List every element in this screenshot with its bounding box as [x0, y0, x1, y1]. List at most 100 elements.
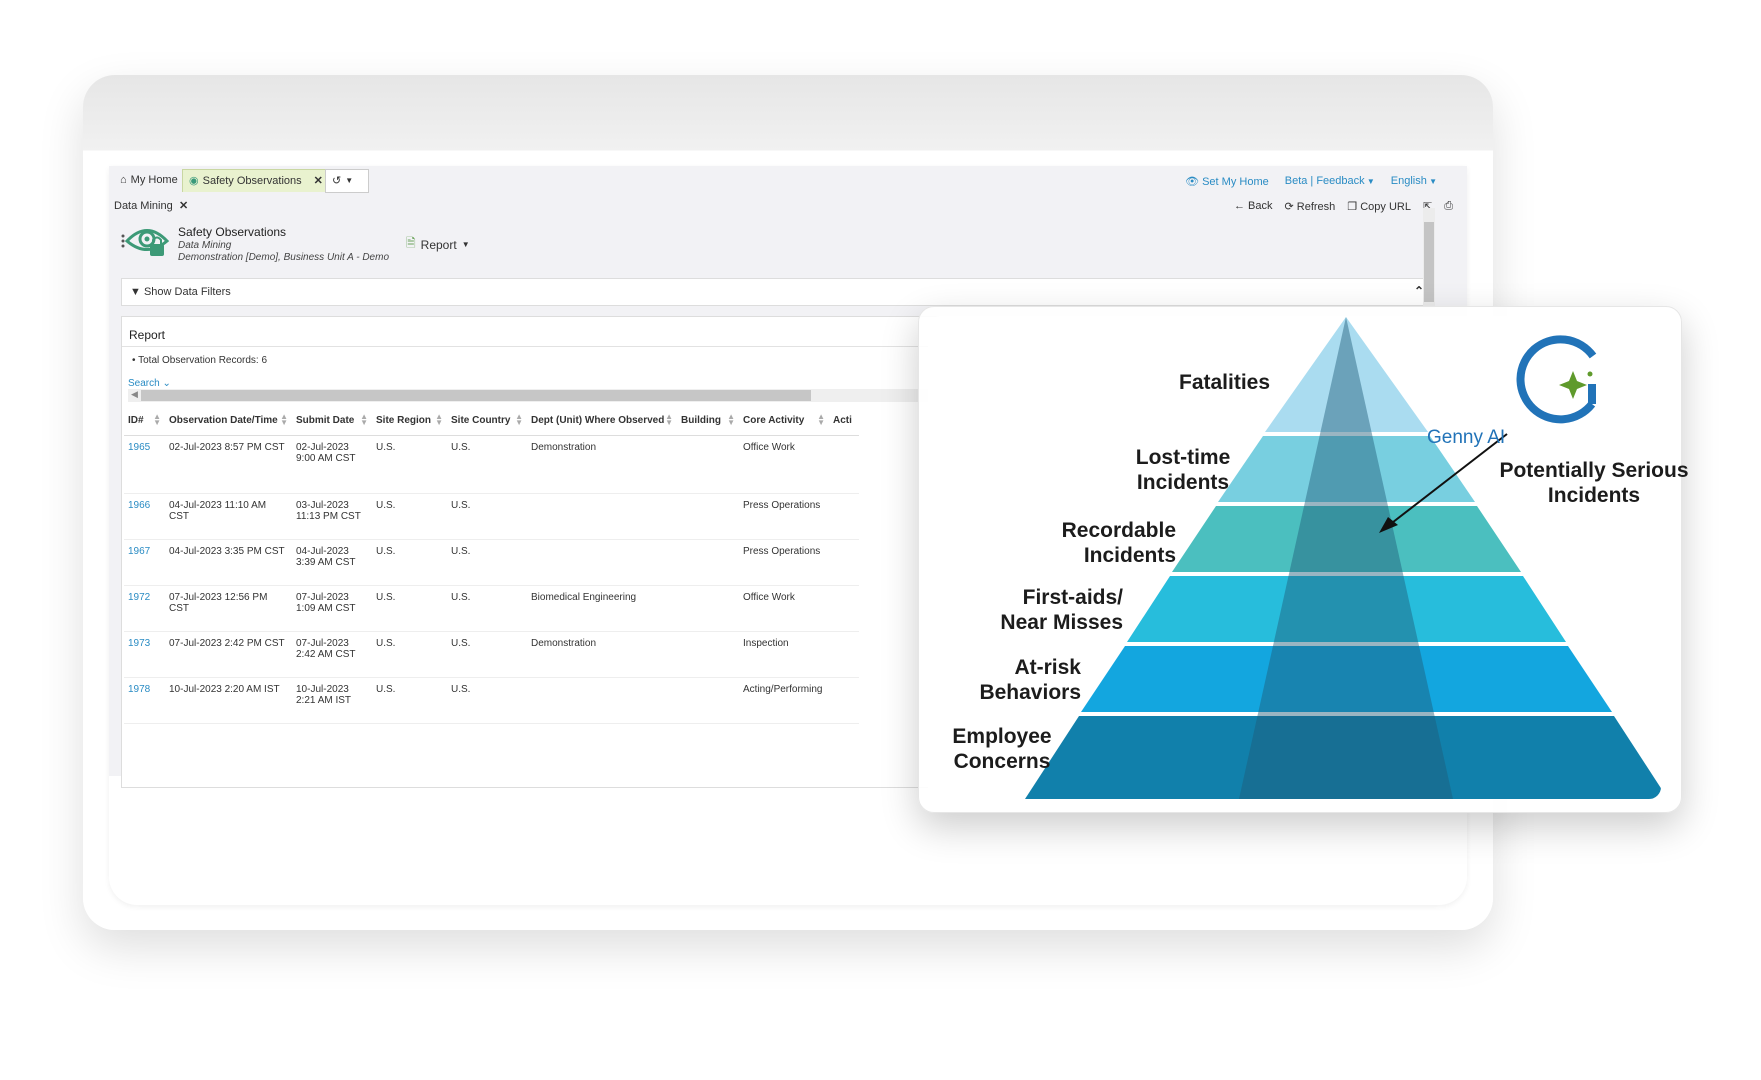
- sort-icon[interactable]: ▲ ▼: [280, 413, 288, 427]
- sort-icon[interactable]: ▲ ▼: [435, 413, 443, 427]
- beta-feedback-link[interactable]: Beta | Feedback ▼: [1285, 175, 1375, 188]
- filter-toggle[interactable]: ▼ Show Data Filters: [130, 286, 231, 298]
- page-subtitle: Data Mining: [178, 240, 232, 251]
- cell-site-country: U.S.: [447, 493, 527, 540]
- safety-observation-logo-icon: [121, 229, 169, 256]
- sort-icon[interactable]: ▲ ▼: [665, 413, 673, 427]
- sort-icon[interactable]: ▲ ▼: [153, 413, 161, 427]
- vertical-scrollbar[interactable]: [1423, 208, 1435, 308]
- record-id-link[interactable]: 1978: [124, 677, 165, 724]
- column-header-observation-date[interactable]: Observation Date/Time ▲ ▼: [165, 405, 292, 436]
- table-header-row: ID# ▲ ▼ Observation Date/Time ▲ ▼ Submit Dat…: [124, 405, 859, 436]
- cell-dept: [527, 677, 677, 724]
- cell-submit-date: 02-Jul-2023 9:00 AM CST: [292, 435, 372, 494]
- label-at-risk: At-risk Behaviors: [979, 656, 1081, 704]
- refresh-button[interactable]: ⟳ Refresh: [1284, 200, 1335, 213]
- table-row[interactable]: 1966 04-Jul-2023 11:10 AM CST 03-Jul-202…: [124, 493, 859, 540]
- sort-icon[interactable]: ▲ ▼: [727, 413, 735, 427]
- table-row[interactable]: 1978 10-Jul-2023 2:20 AM IST 10-Jul-2023…: [124, 677, 859, 724]
- table-row[interactable]: 1973 07-Jul-2023 2:42 PM CST 07-Jul-2023…: [124, 631, 859, 678]
- cell-observation-date: 04-Jul-2023 11:10 AM CST: [165, 493, 292, 540]
- label-recordable: Recordable Incidents: [1061, 519, 1176, 567]
- column-header-label: Dept (Unit) Where Observed: [531, 414, 665, 426]
- column-header-site-region[interactable]: Site Region ▲ ▼: [372, 405, 447, 436]
- sort-icon[interactable]: ▲ ▼: [515, 413, 523, 427]
- back-button[interactable]: ← Back: [1234, 200, 1273, 213]
- data-mining-tab[interactable]: Data Mining: [114, 200, 173, 212]
- close-icon[interactable]: ✕: [179, 199, 188, 212]
- report-title: Report: [129, 328, 166, 342]
- document-icon: 🗎: [406, 236, 416, 250]
- column-header-core-activity[interactable]: Core Activity ▲ ▼: [739, 405, 829, 436]
- print-icon[interactable]: ⎙: [1444, 200, 1453, 213]
- sort-icon[interactable]: ▲ ▼: [360, 413, 368, 427]
- back-label: Back: [1248, 200, 1273, 212]
- tab-my-home[interactable]: ⌂ My Home: [114, 169, 184, 191]
- close-icon[interactable]: ✕: [314, 170, 323, 192]
- column-header-site-country[interactable]: Site Country ▲ ▼: [447, 405, 527, 436]
- search-toggle[interactable]: Search ⌄: [128, 378, 171, 389]
- total-records: • Total Observation Records: 6: [132, 355, 268, 366]
- tab-safety-observations[interactable]: ◉ Safety Observations ✕: [182, 169, 336, 192]
- report-dropdown-button[interactable]: 🗎 Report ▼: [406, 234, 470, 255]
- horizontal-scrollbar[interactable]: ◀: [128, 389, 938, 402]
- page-header: Safety Observations Data Mining Demonstr…: [121, 218, 451, 270]
- column-header-dept[interactable]: Dept (Unit) Where Observed ▲ ▼: [527, 405, 677, 436]
- record-id-link[interactable]: 1967: [124, 539, 165, 586]
- cell-observation-date: 10-Jul-2023 2:20 AM IST: [165, 677, 292, 724]
- genny-ai-label: Genny AI: [1427, 427, 1506, 448]
- column-header-submit-date[interactable]: Submit Date ▲ ▼: [292, 405, 372, 436]
- table-row[interactable]: 1967 04-Jul-2023 3:35 PM CST 04-Jul-2023…: [124, 539, 859, 586]
- cell-building: [677, 677, 739, 724]
- table-row[interactable]: 1965 02-Jul-2023 8:57 PM CST 02-Jul-2023…: [124, 435, 859, 494]
- copy-icon: ❐: [1347, 201, 1361, 213]
- cell-dept: Demonstration: [527, 631, 677, 678]
- caret-down-icon: ▼: [1426, 177, 1437, 186]
- cell-dept: Biomedical Engineering: [527, 585, 677, 632]
- language-selector[interactable]: English ▼: [1391, 175, 1437, 188]
- refresh-icon: ⟳: [1284, 201, 1297, 213]
- record-id-link[interactable]: 1973: [124, 631, 165, 678]
- table-row[interactable]: 1972 07-Jul-2023 12:56 PM CST 07-Jul-202…: [124, 585, 859, 632]
- scrollbar-thumb[interactable]: [141, 390, 811, 401]
- label-first-aids: First-aids/Near Misses: [1000, 586, 1123, 634]
- data-filters-bar[interactable]: ▼ Show Data Filters ⌃: [121, 278, 1435, 306]
- tab-bar: ⌂ My Home ◉ Safety Observations ✕ ↺ ▼ 👁 …: [109, 166, 1467, 194]
- cell-submit-date: 07-Jul-2023 2:42 AM CST: [292, 631, 372, 678]
- column-header-label: ID#: [128, 414, 144, 426]
- cell-site-country: U.S.: [447, 435, 527, 494]
- cell-building: [677, 585, 739, 632]
- eye-icon: ◉: [189, 175, 199, 187]
- caret-down-icon: ▼: [1364, 177, 1375, 186]
- cell-site-region: U.S.: [372, 539, 447, 586]
- cell-dept: [527, 539, 677, 586]
- language-label: English: [1390, 175, 1427, 187]
- sort-icon[interactable]: ▲ ▼: [817, 413, 825, 427]
- column-header-activity[interactable]: Acti: [829, 405, 859, 436]
- scroll-left-icon[interactable]: ◀: [131, 389, 138, 400]
- cell-building: [677, 435, 739, 494]
- filters-label: Show Data Filters: [143, 286, 231, 298]
- cell-submit-date: 03-Jul-2023 11:13 PM CST: [292, 493, 372, 540]
- cell-core-activity: Press Operations: [739, 539, 829, 586]
- set-my-home-link[interactable]: 👁 Set My Home: [1185, 175, 1269, 188]
- scrollbar-thumb[interactable]: [1424, 222, 1434, 302]
- history-dropdown[interactable]: ↺ ▼: [325, 169, 369, 193]
- record-id-link[interactable]: 1972: [124, 585, 165, 632]
- cell-site-region: U.S.: [372, 585, 447, 632]
- column-header-id[interactable]: ID# ▲ ▼: [124, 405, 165, 436]
- cell-core-activity: Office Work: [739, 585, 829, 632]
- cell-site-country: U.S.: [447, 631, 527, 678]
- copy-url-label: Copy URL: [1360, 201, 1411, 213]
- refresh-label: Refresh: [1296, 201, 1336, 213]
- cell-dept: [527, 493, 677, 540]
- column-header-building[interactable]: Building ▲ ▼: [677, 405, 739, 436]
- cell-site-country: U.S.: [447, 677, 527, 724]
- column-header-label: Site Country: [451, 414, 511, 426]
- record-id-link[interactable]: 1966: [124, 493, 165, 540]
- record-id-link[interactable]: 1965: [124, 435, 165, 494]
- cell-observation-date: 07-Jul-2023 12:56 PM CST: [165, 585, 292, 632]
- tab-my-home-label: My Home: [130, 174, 178, 186]
- cell-core-activity: Inspection: [739, 631, 829, 678]
- copy-url-button[interactable]: ❐ Copy URL: [1347, 200, 1411, 213]
